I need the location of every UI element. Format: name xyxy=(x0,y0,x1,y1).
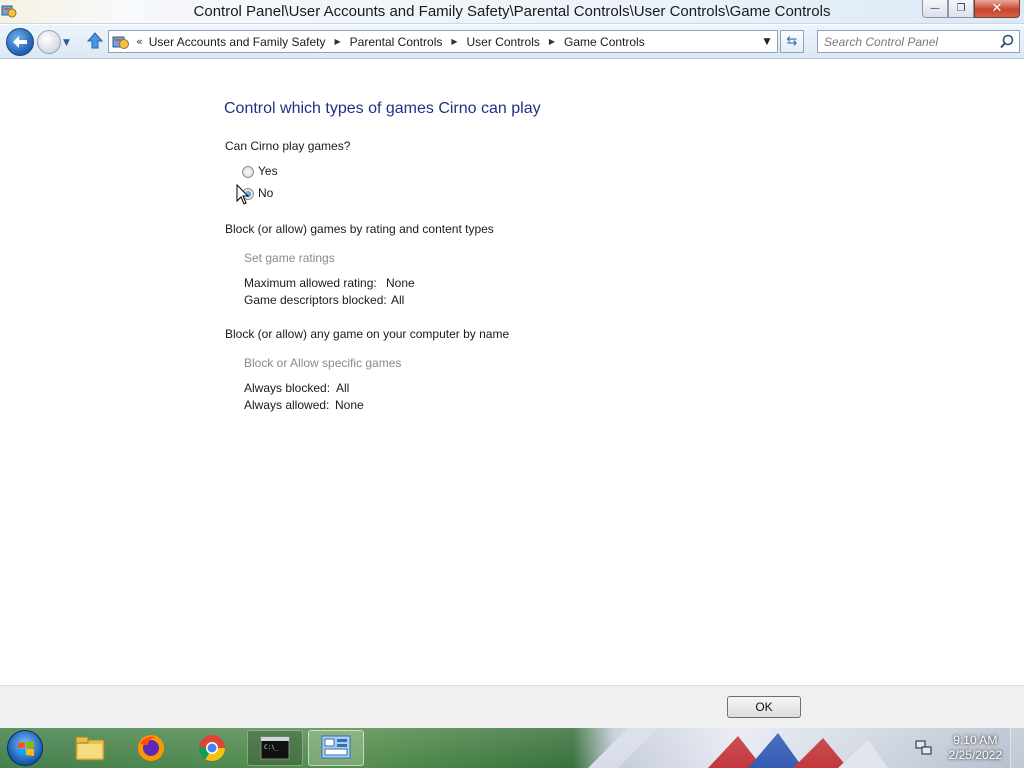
address-bar[interactable]: « User Accounts and Family Safety ▶ Pare… xyxy=(108,30,778,53)
firefox-icon xyxy=(138,735,164,761)
mouse-cursor-icon xyxy=(236,184,250,205)
descriptors-blocked-value: All xyxy=(391,293,405,307)
radio-no-label[interactable]: No xyxy=(258,186,273,200)
always-allowed-label: Always allowed: xyxy=(244,398,330,412)
rating-section-heading: Block (or allow) games by rating and con… xyxy=(225,222,494,236)
title-bar: Control Panel\User Accounts and Family S… xyxy=(0,0,1024,24)
main-content: Control which types of games Cirno can p… xyxy=(0,60,1024,685)
show-desktop-button[interactable] xyxy=(1010,728,1024,768)
breadcrumb-game-controls[interactable]: Game Controls xyxy=(564,35,645,49)
recent-pages-dropdown-icon[interactable]: ▼ xyxy=(63,38,70,48)
restore-button[interactable]: ❐ xyxy=(948,0,974,18)
back-button[interactable] xyxy=(6,28,34,56)
can-play-question: Can Cirno play games? xyxy=(225,139,351,153)
radio-yes-label[interactable]: Yes xyxy=(258,164,278,178)
chevron-right-icon[interactable]: ▶ xyxy=(549,37,555,46)
max-rating-value: None xyxy=(386,276,415,290)
max-rating-label: Maximum allowed rating: xyxy=(244,276,377,290)
taskbar-command-prompt[interactable]: C:\_ xyxy=(247,730,303,766)
command-prompt-icon: C:\_ xyxy=(260,736,290,760)
dialog-footer: OK xyxy=(0,685,1024,728)
clock-date: 2/25/2022 xyxy=(948,748,1002,762)
clock-time: 9:10 AM xyxy=(953,733,998,747)
window-title: Control Panel\User Accounts and Family S… xyxy=(193,3,831,20)
search-box[interactable] xyxy=(817,30,1020,53)
control-panel-icon xyxy=(112,36,129,49)
folder-icon xyxy=(75,736,105,761)
refresh-icon: ⇆ xyxy=(786,34,798,49)
taskbar-explorer[interactable] xyxy=(62,730,118,766)
descriptors-blocked-label: Game descriptors blocked: xyxy=(244,293,387,307)
name-section-heading: Block (or allow) any game on your comput… xyxy=(225,327,510,341)
breadcrumb-parental-controls[interactable]: Parental Controls xyxy=(350,35,443,49)
taskbar-firefox[interactable] xyxy=(123,730,179,766)
always-blocked-value: All xyxy=(336,381,350,395)
close-icon: ✕ xyxy=(991,1,1003,16)
network-icon[interactable] xyxy=(915,739,933,757)
windows-logo-icon xyxy=(18,741,34,756)
svg-text:C:\_: C:\_ xyxy=(264,744,279,751)
search-icon[interactable] xyxy=(1000,34,1014,49)
breadcrumb-overflow-icon[interactable]: « xyxy=(136,35,143,48)
always-blocked-label: Always blocked: xyxy=(244,381,331,395)
taskbar-control-panel[interactable] xyxy=(308,730,364,766)
back-arrow-icon xyxy=(13,36,27,48)
search-input[interactable] xyxy=(824,34,994,50)
address-dropdown-icon[interactable]: ▼ xyxy=(759,33,775,50)
always-allowed-value: None xyxy=(335,398,364,412)
minimize-icon: — xyxy=(930,3,940,14)
chevron-right-icon[interactable]: ▶ xyxy=(451,37,457,46)
minimize-button[interactable]: — xyxy=(922,0,948,18)
refresh-button[interactable]: ⇆ xyxy=(780,30,804,53)
breadcrumb-user-controls[interactable]: User Controls xyxy=(467,35,540,49)
restore-icon: ❐ xyxy=(956,3,966,14)
up-arrow-icon[interactable] xyxy=(86,32,104,50)
taskbar: C:\_ 9:10 AM 2/25/2022 xyxy=(0,728,1024,768)
close-button[interactable]: ✕ xyxy=(974,0,1020,18)
radio-yes[interactable] xyxy=(242,166,254,178)
set-game-ratings-link[interactable]: Set game ratings xyxy=(244,251,335,265)
chrome-icon xyxy=(198,735,226,762)
system-clock[interactable]: 9:10 AM 2/25/2022 xyxy=(949,733,1002,763)
breadcrumb-user-accounts[interactable]: User Accounts and Family Safety xyxy=(149,35,326,49)
system-tray: 9:10 AM 2/25/2022 xyxy=(900,728,1024,768)
block-allow-specific-games-link[interactable]: Block or Allow specific games xyxy=(244,356,401,370)
forward-button[interactable] xyxy=(37,30,61,54)
start-button[interactable] xyxy=(7,730,43,766)
page-title: Control which types of games Cirno can p… xyxy=(224,100,541,117)
taskbar-chrome[interactable] xyxy=(184,730,240,766)
chevron-right-icon[interactable]: ▶ xyxy=(334,37,340,46)
control-panel-icon xyxy=(321,735,351,759)
ok-button[interactable]: OK xyxy=(727,696,801,718)
navigation-bar: ▼ « User Accounts and Family Safety ▶ Pa… xyxy=(0,25,1024,59)
